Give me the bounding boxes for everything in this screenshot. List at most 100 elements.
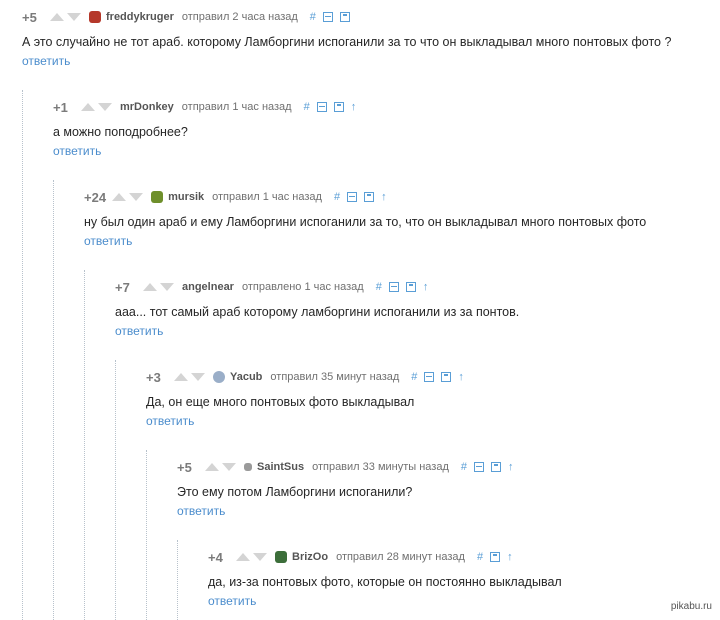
comment: +3 Yacub отправил 35 минут назад # ↑ Да,…	[146, 367, 720, 429]
comment: +1 mrDonkey отправил 1 час назад # ↑ а м…	[53, 97, 720, 159]
anchor-link-icon[interactable]: #	[334, 191, 340, 203]
save-icon[interactable]	[490, 552, 501, 562]
thread-line	[115, 360, 116, 620]
avatar	[89, 11, 101, 23]
collapse-icon[interactable]	[322, 12, 333, 22]
save-icon[interactable]	[491, 462, 501, 472]
parent-arrow-icon[interactable]: ↑	[381, 191, 387, 203]
username[interactable]: Yacub	[230, 371, 262, 383]
anchor-link-icon[interactable]: #	[477, 551, 483, 563]
reply-link[interactable]: ответить	[146, 414, 720, 428]
comment-text: ааа... тот самый араб которому ламборгин…	[115, 305, 520, 319]
comment: +4 BrizOo отправил 28 минут назад # ↑ да…	[208, 547, 720, 609]
thread-line	[84, 270, 85, 620]
anchor-link-icon[interactable]: #	[304, 101, 310, 113]
comment-text: А это случайно не тот араб. которому Лам…	[22, 35, 672, 49]
upvote-icon[interactable]	[205, 463, 219, 471]
comment-rating: +1	[53, 99, 68, 115]
downvote-icon[interactable]	[222, 463, 236, 471]
collapse-icon[interactable]	[388, 282, 399, 292]
downvote-icon[interactable]	[67, 13, 81, 21]
comment-header: +24 mursik отправил 1 час назад # ↑	[84, 187, 720, 207]
comment-rating: +4	[208, 549, 223, 565]
comment: +5 SaintSus отправил 33 минуты назад # ↑…	[177, 457, 720, 519]
comment-time: отправил 35 минут назад	[270, 371, 400, 383]
username[interactable]: angelnear	[182, 281, 234, 293]
downvote-icon[interactable]	[191, 373, 205, 381]
upvote-icon[interactable]	[50, 13, 64, 21]
save-icon[interactable]	[333, 102, 344, 112]
downvote-icon[interactable]	[98, 103, 112, 111]
thread-line	[53, 180, 54, 620]
thread-line	[146, 450, 147, 620]
anchor-link-icon[interactable]: #	[461, 461, 467, 473]
comment-thread: +5 freddykruger отправил 2 часа назад # …	[0, 0, 720, 620]
avatar	[275, 551, 287, 563]
reply-link[interactable]: ответить	[53, 144, 720, 158]
avatar	[244, 463, 252, 471]
username[interactable]: mrDonkey	[120, 101, 174, 113]
anchor-link-icon[interactable]: #	[411, 371, 417, 383]
anchor-link-icon[interactable]: #	[310, 11, 316, 23]
collapse-icon[interactable]	[347, 192, 358, 202]
comment-header: +5 freddykruger отправил 2 часа назад #	[22, 7, 720, 27]
username[interactable]: freddykruger	[106, 11, 174, 23]
save-icon[interactable]	[364, 192, 375, 202]
collapse-icon[interactable]	[424, 372, 435, 382]
parent-arrow-icon[interactable]: ↑	[458, 371, 464, 383]
collapse-icon[interactable]	[474, 462, 484, 472]
reply-link[interactable]: ответить	[177, 504, 720, 518]
reply-link[interactable]: ответить	[208, 594, 720, 608]
comment: +24 mursik отправил 1 час назад # ↑ ну б…	[84, 187, 720, 249]
reply-link[interactable]: ответить	[22, 54, 720, 68]
parent-arrow-icon[interactable]: ↑	[507, 551, 513, 563]
upvote-icon[interactable]	[112, 193, 127, 201]
parent-arrow-icon[interactable]: ↑	[351, 101, 357, 113]
upvote-icon[interactable]	[143, 283, 157, 291]
username[interactable]: mursik	[168, 191, 204, 203]
downvote-icon[interactable]	[129, 193, 144, 201]
reply-link[interactable]: ответить	[84, 234, 720, 248]
upvote-icon[interactable]	[236, 553, 250, 561]
comment-rating: +7	[115, 279, 130, 295]
downvote-icon[interactable]	[253, 553, 267, 561]
comment-header: +5 SaintSus отправил 33 минуты назад # ↑	[177, 457, 720, 477]
comment-text: а можно поподробнее?	[53, 125, 188, 139]
parent-arrow-icon[interactable]: ↑	[423, 281, 429, 293]
comment-time: отправил 28 минут назад	[336, 551, 465, 563]
thread-line	[177, 540, 178, 620]
comment-rating: +3	[146, 369, 161, 385]
avatar	[213, 371, 225, 383]
comment-time: отправил 1 час назад	[212, 191, 322, 203]
reply-link[interactable]: ответить	[115, 324, 720, 338]
comment-rating: +24	[84, 189, 107, 205]
avatar	[151, 191, 164, 203]
comment-rating: +5	[177, 459, 192, 475]
comment: +7 angelnear отправлено 1 час назад # ↑ …	[115, 277, 720, 339]
comment-time: отправлено 1 час назад	[241, 281, 364, 293]
comment-header: +3 Yacub отправил 35 минут назад # ↑	[146, 367, 720, 387]
comment-text: Это ему потом Ламборгини испоганили?	[177, 485, 413, 499]
comment-time: отправил 33 минуты назад	[312, 461, 449, 473]
thread-line	[22, 90, 23, 620]
downvote-icon[interactable]	[160, 283, 174, 291]
save-icon[interactable]	[441, 372, 452, 382]
username[interactable]: BrizOo	[292, 551, 328, 563]
parent-arrow-icon[interactable]: ↑	[508, 461, 514, 473]
collapse-icon[interactable]	[316, 102, 327, 112]
save-icon[interactable]	[405, 282, 416, 292]
comment-header: +7 angelnear отправлено 1 час назад # ↑	[115, 277, 720, 297]
username[interactable]: SaintSus	[257, 461, 304, 473]
watermark: pikabu.ru	[670, 601, 712, 612]
comment-time: отправил 2 часа назад	[181, 11, 298, 23]
save-icon[interactable]	[339, 12, 350, 22]
comment-text: да, из-за понтовых фото, которые он пост…	[208, 575, 562, 589]
upvote-icon[interactable]	[81, 103, 95, 111]
upvote-icon[interactable]	[174, 373, 188, 381]
comment-rating: +5	[22, 9, 37, 25]
comment-time: отправил 1 час назад	[181, 101, 292, 113]
comment-text: ну был один араб и ему Ламборгини испога…	[84, 215, 647, 229]
anchor-link-icon[interactable]: #	[376, 281, 382, 293]
comment-header: +1 mrDonkey отправил 1 час назад # ↑	[53, 97, 720, 117]
comment-text: Да, он еще много понтовых фото выкладыва…	[146, 395, 415, 409]
